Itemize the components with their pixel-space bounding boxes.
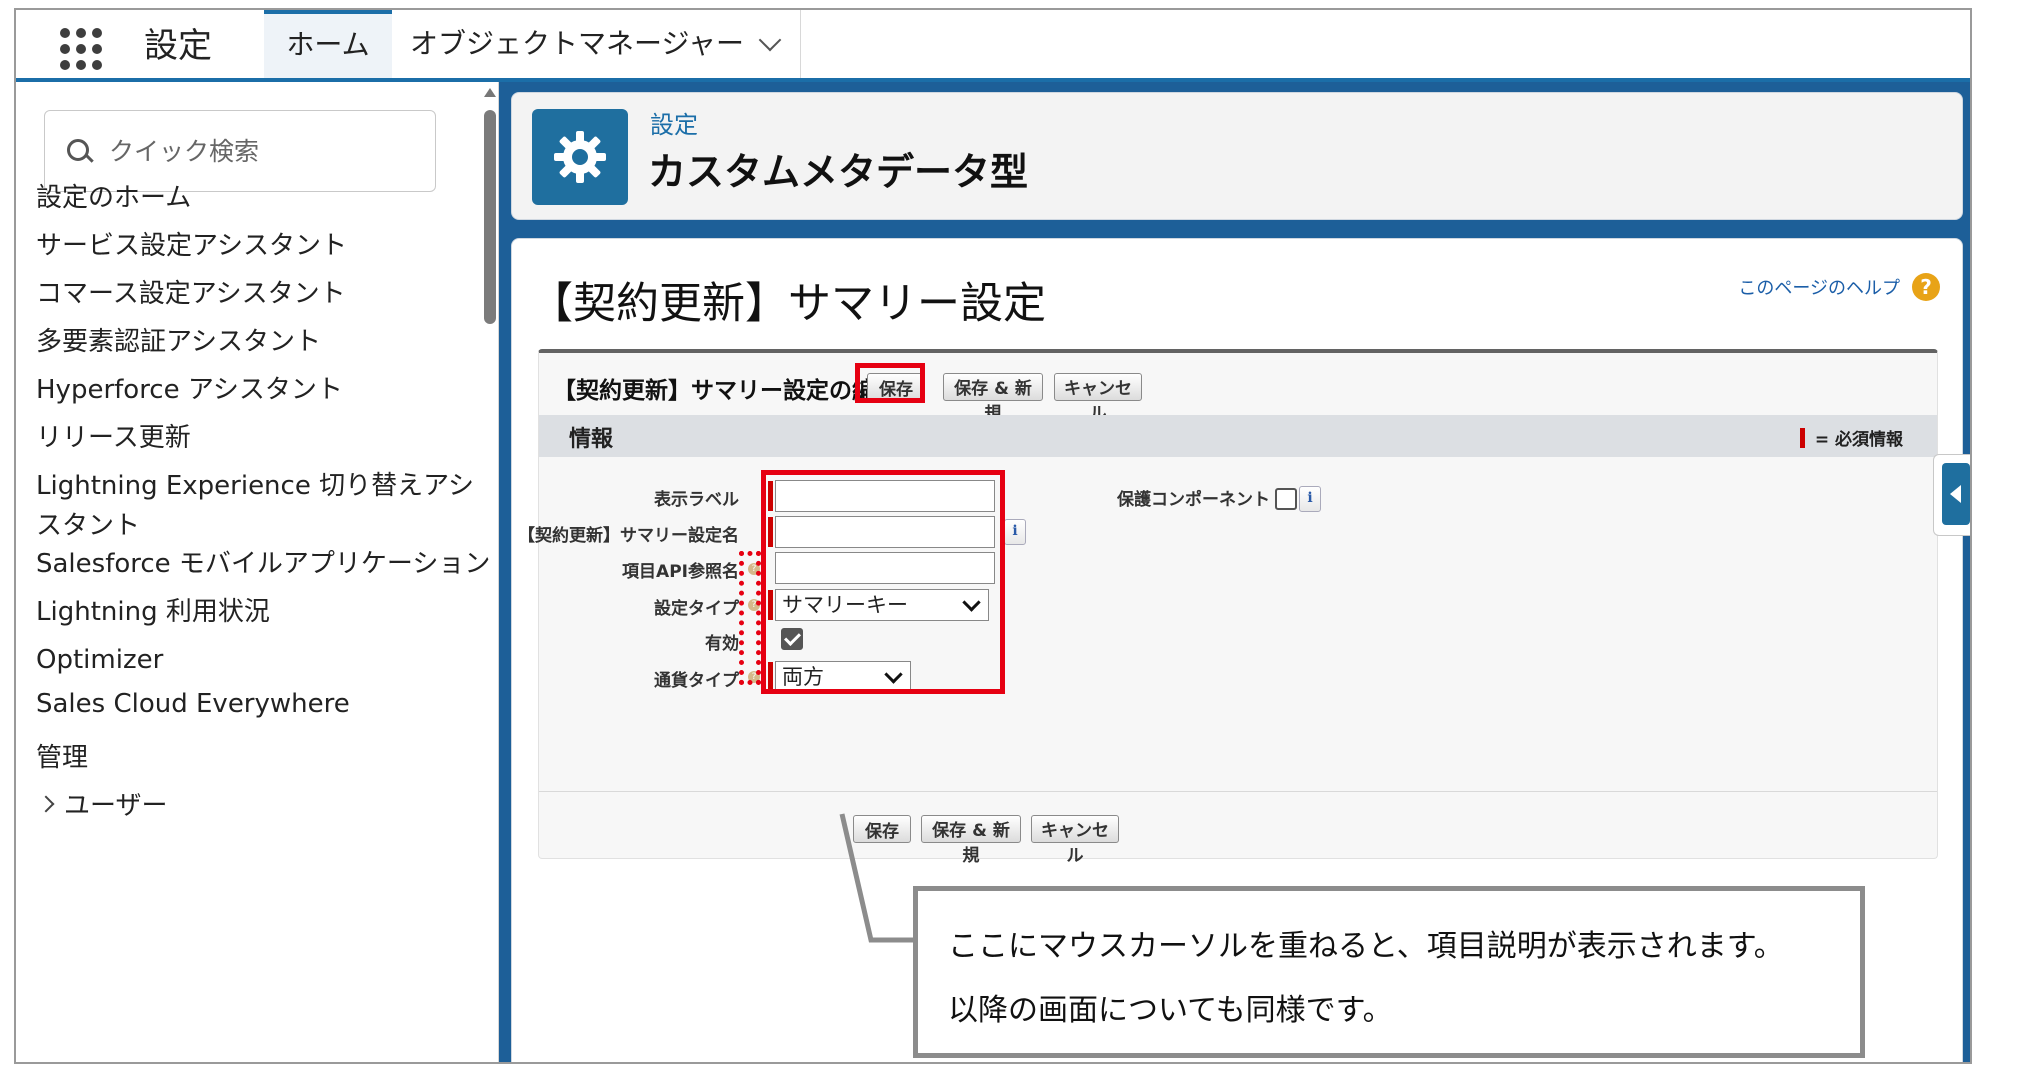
callout-line-1: ここにマウスカーソルを重ねると、項目説明が表示されます。 (948, 929, 1784, 964)
annotation-callout: ここにマウスカーソルを重ねると、項目説明が表示されます。 以降の画面についても同… (913, 886, 1865, 1058)
callout-line-2: 以降の画面についても同様です。 (948, 993, 1393, 1028)
